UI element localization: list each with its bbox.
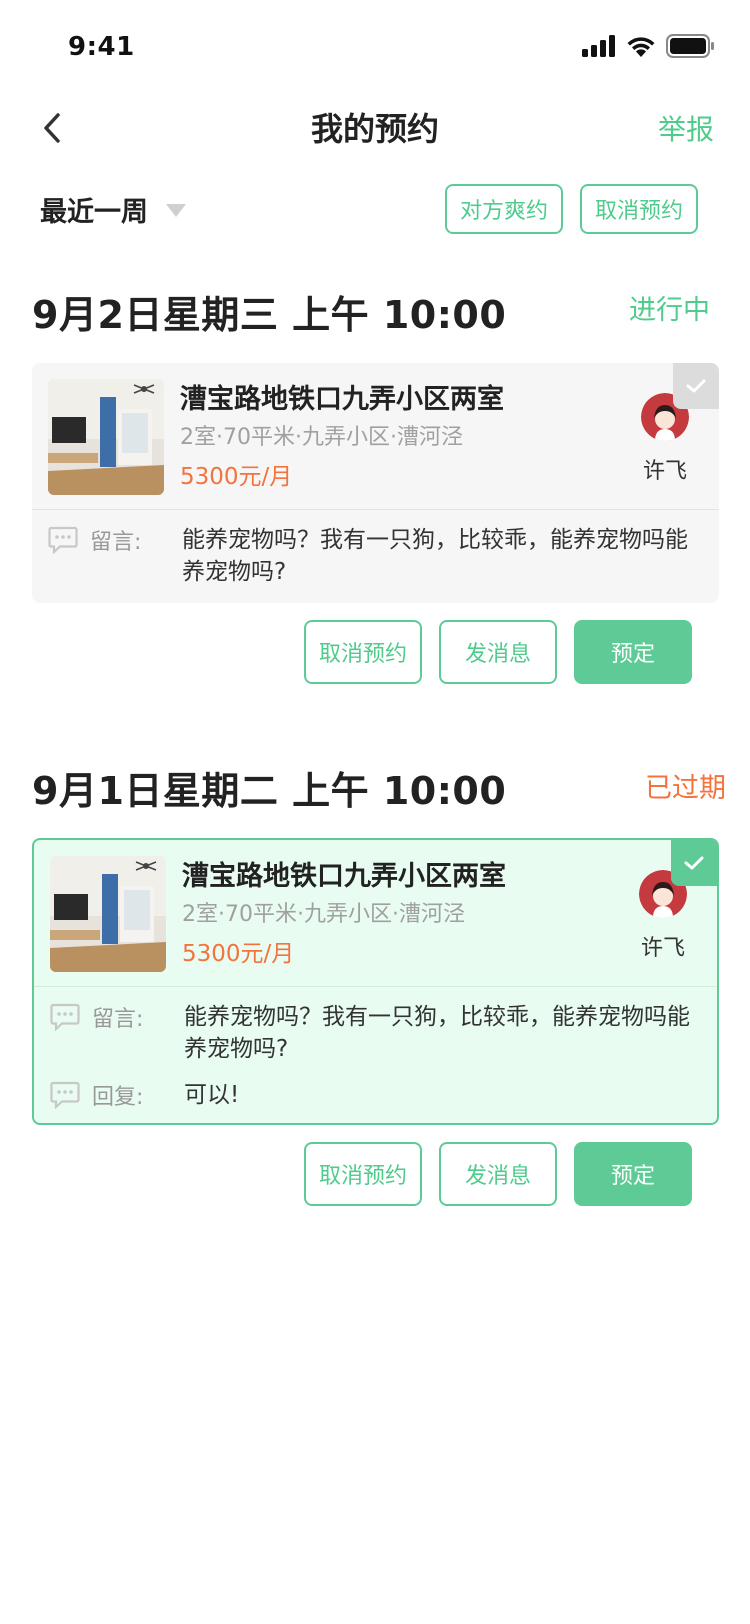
cancel-booking-button[interactable]: 取消预约 (304, 1142, 422, 1206)
divider (32, 509, 719, 510)
checkmark-icon (686, 379, 706, 393)
send-message-button[interactable]: 发消息 (439, 1142, 557, 1206)
status-icons (582, 32, 714, 60)
cellular-signal-icon (582, 35, 615, 57)
cancel-booking-button[interactable]: 取消预约 (304, 620, 422, 684)
cancel-booking-filter-button[interactable]: 取消预约 (580, 184, 698, 234)
house-info: 2室·70平米·九弄小区·漕河泾 (182, 902, 465, 927)
reply-text: 可以! (184, 1082, 240, 1108)
send-message-button[interactable]: 发消息 (439, 620, 557, 684)
select-checkbox[interactable] (673, 363, 719, 409)
status-time: 9:41 (68, 32, 135, 62)
reply-label: 回复: (92, 1085, 144, 1110)
triangle-down-icon (166, 204, 186, 217)
reply-row: 回复: 可以! (34, 1079, 717, 1119)
message-text: 能养宠物吗？我有一只狗，比较乖，能养宠物吗能养宠物吗? (182, 527, 688, 585)
divider (34, 986, 717, 987)
message-row: 留言: 能养宠物吗？我有一只狗，比较乖，能养宠物吗能养宠物吗? (32, 524, 719, 588)
book-button[interactable]: 预定 (574, 620, 692, 684)
house-photo (50, 856, 166, 972)
appointment-card[interactable]: 漕宝路地铁口九弄小区两室 2室·70平米·九弄小区·漕河泾 5300元/月 许飞… (32, 838, 719, 1125)
message-label: 留言: (90, 530, 142, 555)
message-text: 能养宠物吗？我有一只狗，比较乖，能养宠物吗能养宠物吗? (184, 1004, 690, 1062)
time-filter-label: 最近一周 (40, 197, 148, 228)
chat-bubble-icon (50, 1003, 80, 1031)
battery-icon (666, 34, 714, 58)
appointment-date: 9月2日星期三 上午 10:00 (32, 293, 507, 337)
house-price: 5300元/月 (180, 464, 293, 490)
appointment-status: 进行中 (629, 295, 710, 326)
appointment-status: 已过期 (645, 773, 726, 804)
no-show-button[interactable]: 对方爽约 (445, 184, 563, 234)
message-label: 留言: (92, 1007, 144, 1032)
house-info: 2室·70平米·九弄小区·漕河泾 (180, 425, 463, 450)
book-button[interactable]: 预定 (574, 1142, 692, 1206)
chat-bubble-icon (50, 1081, 80, 1109)
page-title: 我的预约 (310, 110, 439, 148)
agent-name: 许飞 (640, 936, 685, 961)
house-photo (48, 379, 164, 495)
agent-name: 许飞 (642, 459, 687, 484)
chat-bubble-icon (48, 526, 78, 554)
house-title: 漕宝路地铁口九弄小区两室 (182, 861, 506, 892)
house-price: 5300元/月 (182, 941, 295, 967)
appointment-card[interactable]: 漕宝路地铁口九弄小区两室 2室·70平米·九弄小区·漕河泾 5300元/月 许飞… (32, 363, 719, 603)
appointment-date: 9月1日星期二 上午 10:00 (32, 769, 507, 813)
report-button[interactable]: 举报 (658, 108, 714, 148)
house-title: 漕宝路地铁口九弄小区两室 (180, 384, 504, 415)
time-filter-dropdown[interactable]: 最近一周 (40, 190, 186, 229)
message-row: 留言: 能养宠物吗？我有一只狗，比较乖，能养宠物吗能养宠物吗? (34, 1001, 717, 1065)
checkmark-icon (684, 856, 704, 870)
select-checkbox[interactable] (671, 840, 717, 886)
wifi-icon (627, 37, 655, 57)
